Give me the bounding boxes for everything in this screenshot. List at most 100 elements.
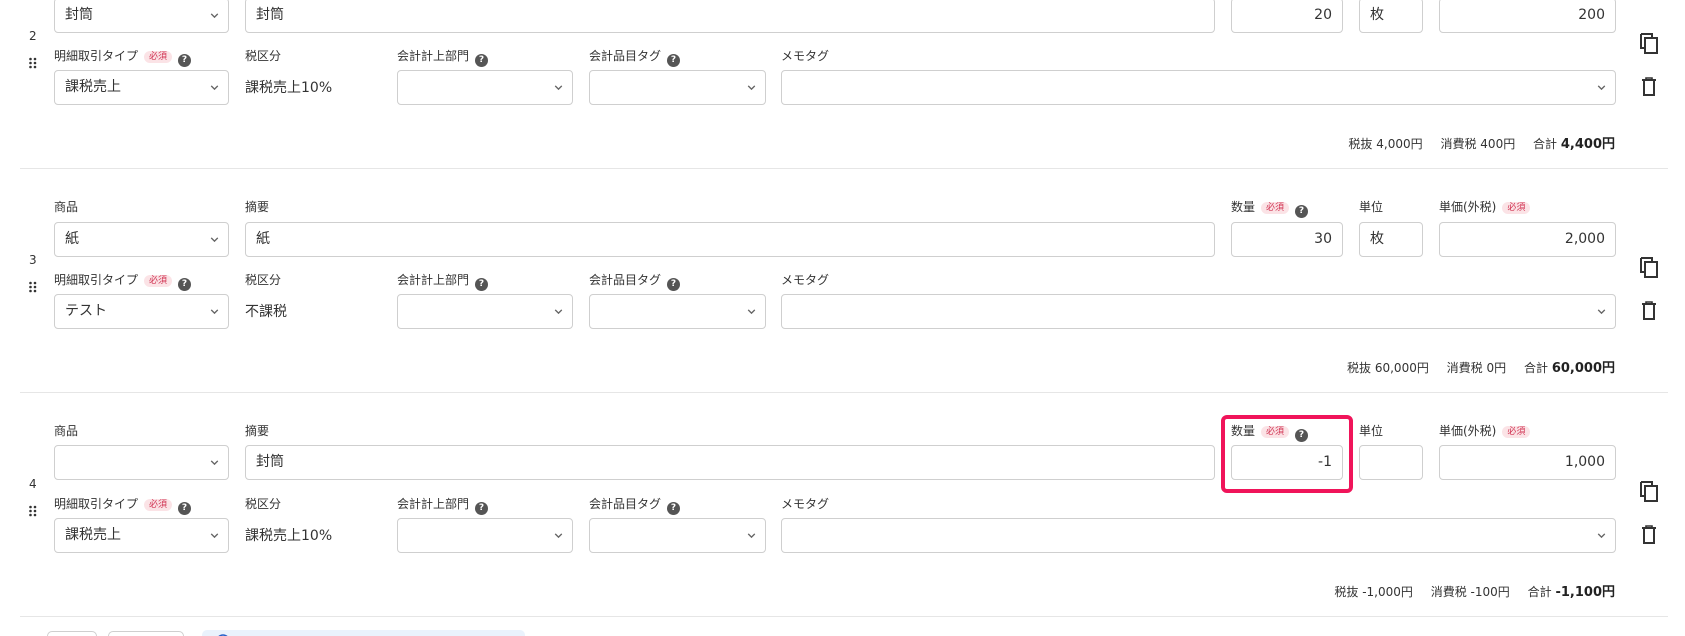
- copy-icon[interactable]: [1638, 479, 1660, 503]
- unit-price-input[interactable]: 200: [1439, 0, 1616, 33]
- unit-value: 枚: [1370, 231, 1384, 247]
- unit-input[interactable]: 枚: [1359, 222, 1423, 257]
- chevron-down-icon: [1597, 533, 1606, 539]
- copy-icon[interactable]: [1638, 255, 1660, 279]
- add-row-button[interactable]: [47, 631, 97, 636]
- memo-tag-select[interactable]: [781, 294, 1616, 329]
- add-rows-button[interactable]: [108, 631, 184, 636]
- line-type-value: 課税売上: [65, 79, 121, 95]
- quantity-value: 30: [1314, 231, 1332, 247]
- quantity-input[interactable]: 20: [1231, 0, 1343, 33]
- item-tag-select[interactable]: [589, 518, 766, 553]
- total-value: 4,400円: [1560, 137, 1615, 152]
- department-select[interactable]: [397, 70, 573, 105]
- quantity-input[interactable]: 30: [1231, 222, 1343, 257]
- help-icon[interactable]: ?: [1295, 204, 1309, 218]
- chevron-down-icon: [747, 533, 756, 539]
- quantity-label: 数量 必須?: [1231, 199, 1309, 218]
- drag-handle-icon[interactable]: [28, 505, 38, 517]
- line-type-label-text: 明細取引タイプ: [54, 497, 139, 511]
- unit-price-input[interactable]: 1,000: [1439, 445, 1616, 480]
- line-type-value: 課税売上: [65, 527, 121, 543]
- product-select[interactable]: [54, 445, 229, 480]
- required-badge: 必須: [1261, 202, 1290, 214]
- unit-price-value: 2,000: [1564, 231, 1605, 247]
- trash-icon[interactable]: [1638, 75, 1660, 99]
- unit-price-value: 200: [1578, 7, 1605, 23]
- line-type-label: 明細取引タイプ 必須?: [54, 272, 192, 291]
- chevron-down-icon: [210, 533, 219, 539]
- memo-tag-select[interactable]: [781, 70, 1616, 105]
- product-label: 商品: [54, 200, 79, 214]
- row-number: 3: [29, 253, 37, 267]
- drag-handle-icon[interactable]: [28, 281, 38, 293]
- description-label: 摘要: [245, 200, 270, 214]
- chevron-down-icon: [1597, 85, 1606, 91]
- tax-category-label: 税区分: [245, 497, 282, 511]
- excl-tax-value: 60,000円: [1374, 361, 1429, 375]
- product-value: 封筒: [65, 7, 93, 23]
- item-tag-select[interactable]: [589, 70, 766, 105]
- item-tag-label: 会計品目タグ?: [589, 496, 681, 515]
- item-tag-label-text: 会計品目タグ: [589, 49, 662, 63]
- consumption-tax-value: 0円: [1486, 361, 1507, 375]
- required-badge: 必須: [144, 275, 173, 287]
- help-icon[interactable]: ?: [475, 277, 489, 291]
- help-icon[interactable]: ?: [667, 53, 681, 67]
- help-icon[interactable]: ?: [178, 53, 192, 67]
- total-label: 合計: [1533, 137, 1558, 151]
- quantity-value: 20: [1314, 7, 1332, 23]
- excl-tax-label: 税抜: [1334, 585, 1359, 599]
- department-select[interactable]: [397, 294, 573, 329]
- help-icon[interactable]: ?: [667, 501, 681, 515]
- department-label-text: 会計計上部門: [397, 49, 470, 63]
- help-icon[interactable]: ?: [178, 277, 192, 291]
- line-type-select[interactable]: 課税売上: [54, 70, 229, 105]
- product-select[interactable]: 紙: [54, 222, 229, 257]
- tax-category-value: 課税売上10%: [245, 528, 333, 544]
- item-tag-label-text: 会計品目タグ: [589, 273, 662, 287]
- row-divider: [20, 168, 1668, 169]
- unit-input[interactable]: [1359, 445, 1423, 480]
- chevron-down-icon: [210, 85, 219, 91]
- description-input[interactable]: 紙: [245, 222, 1215, 257]
- chevron-down-icon: [554, 85, 563, 91]
- line-type-value: テスト: [65, 303, 107, 319]
- copy-icon[interactable]: [1638, 31, 1660, 55]
- row-number: 2: [29, 29, 37, 43]
- chevron-down-icon: [747, 309, 756, 315]
- trash-icon[interactable]: [1638, 523, 1660, 547]
- product-select[interactable]: 封筒: [54, 0, 229, 33]
- line-type-select[interactable]: テスト: [54, 294, 229, 329]
- drag-handle-icon[interactable]: [28, 57, 38, 69]
- row-summary: 税抜 60,000円 消費税 0円 合計 60,000円: [1347, 357, 1615, 376]
- trash-icon[interactable]: [1638, 299, 1660, 323]
- help-icon[interactable]: ?: [475, 501, 489, 515]
- total-label: 合計: [1527, 585, 1552, 599]
- help-icon[interactable]: ?: [667, 277, 681, 291]
- unit-price-label-text: 単価(外税): [1439, 200, 1497, 214]
- consumption-tax-value: -100円: [1470, 585, 1510, 599]
- help-icon[interactable]: ?: [475, 53, 489, 67]
- memo-tag-select[interactable]: [781, 518, 1616, 553]
- row-number: 4: [29, 477, 37, 491]
- unit-price-label: 単価(外税) 必須: [1439, 423, 1531, 439]
- unit-input[interactable]: 枚: [1359, 0, 1423, 33]
- description-input[interactable]: 封筒: [245, 445, 1215, 480]
- department-select[interactable]: [397, 518, 573, 553]
- unit-price-label-text: 単価(外税): [1439, 424, 1497, 438]
- required-badge: 必須: [144, 51, 173, 63]
- memo-tag-label: メモタグ: [781, 497, 830, 511]
- row-summary: 税抜 -1,000円 消費税 -100円 合計 -1,100円: [1334, 581, 1615, 600]
- consumption-tax-label: 消費税: [1446, 361, 1483, 375]
- help-icon[interactable]: ?: [178, 501, 192, 515]
- item-tag-select[interactable]: [589, 294, 766, 329]
- unit-price-input[interactable]: 2,000: [1439, 222, 1616, 257]
- row-summary: 税抜 4,000円 消費税 400円 合計 4,400円: [1348, 133, 1615, 152]
- department-label-text: 会計計上部門: [397, 273, 470, 287]
- line-type-select[interactable]: 課税売上: [54, 518, 229, 553]
- product-label: 商品: [54, 424, 79, 438]
- item-tag-label: 会計品目タグ?: [589, 48, 681, 67]
- description-input[interactable]: 封筒: [245, 0, 1215, 33]
- line-type-label-text: 明細取引タイプ: [54, 49, 139, 63]
